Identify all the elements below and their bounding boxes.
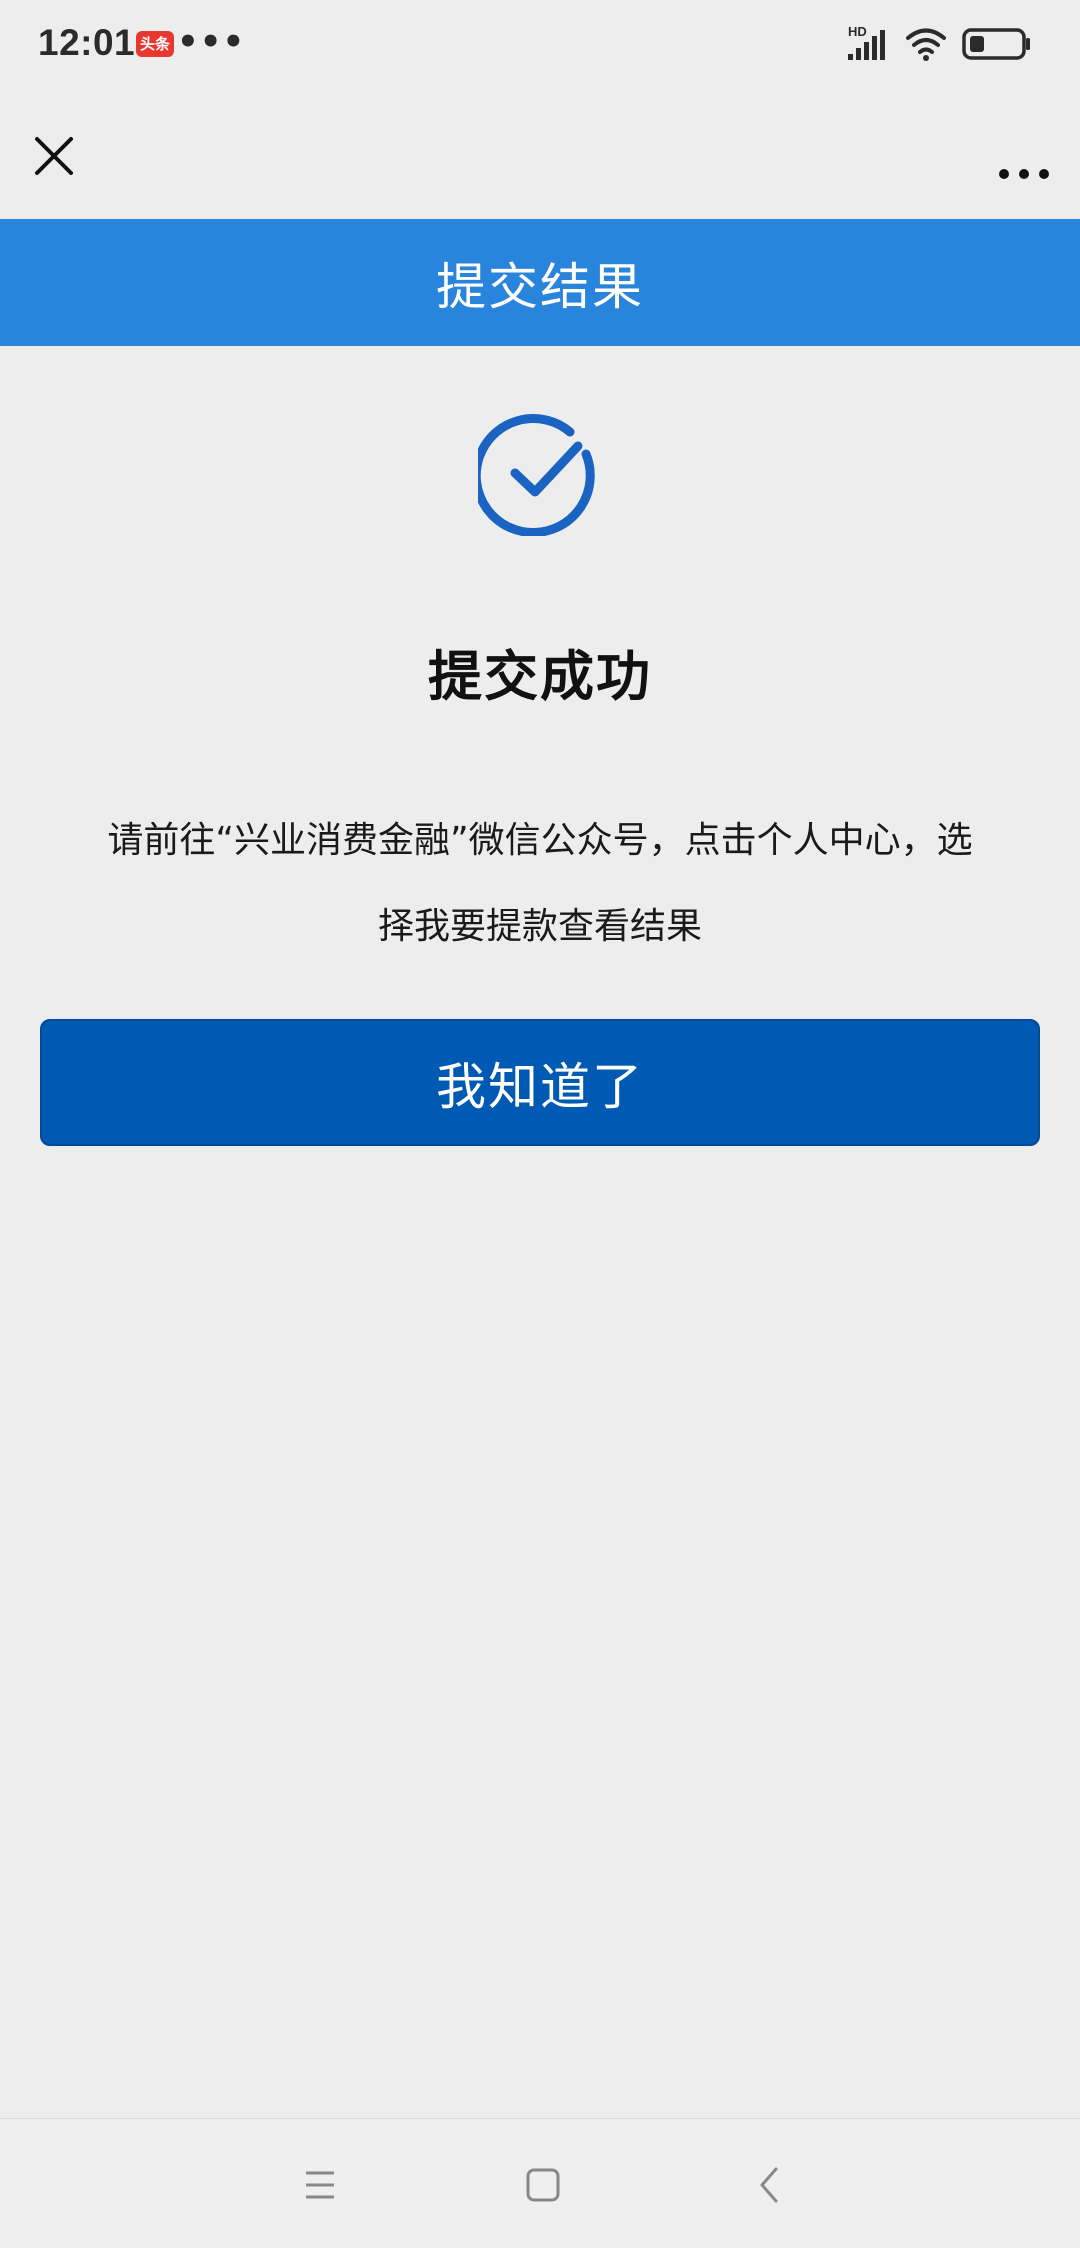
screen: 12:01 头条 ••• HD 提交结果 提交成功 请前往“兴业消费金融”微信公… <box>0 0 1080 2248</box>
back-icon[interactable] <box>742 2157 798 2213</box>
more-notifications-icon: ••• <box>177 22 246 62</box>
system-nav-bar <box>0 2118 1080 2248</box>
result-message: 请前往“兴业消费金融”微信公众号，点击个人中心，选 择我要提款查看结果 <box>50 798 1030 970</box>
result-message-line-1: 请前往“兴业消费金融”微信公众号，点击个人中心，选 <box>107 820 973 861</box>
battery-icon <box>962 28 1030 60</box>
menu-icon[interactable] <box>292 2157 348 2213</box>
close-icon[interactable] <box>28 130 80 182</box>
result-title: 提交成功 <box>428 645 652 708</box>
wifi-icon <box>906 28 946 54</box>
status-time: 12:01 <box>38 22 136 63</box>
check-circle-icon <box>478 414 595 536</box>
nav-bar <box>0 110 1080 200</box>
page-header: 提交结果 <box>0 219 1080 346</box>
result-message-line-2: 择我要提款查看结果 <box>377 906 702 947</box>
home-icon[interactable] <box>515 2157 571 2213</box>
page-title: 提交结果 <box>436 257 644 316</box>
hd-label: HD <box>848 24 867 39</box>
toutiao-notification-icon: 头条 <box>136 31 174 57</box>
more-icon[interactable] <box>994 130 1054 182</box>
status-icons: HD <box>848 24 1030 61</box>
confirm-button[interactable]: 我知道了 <box>40 1019 1040 1146</box>
status-bar: 12:01 头条 ••• HD <box>0 0 1080 90</box>
